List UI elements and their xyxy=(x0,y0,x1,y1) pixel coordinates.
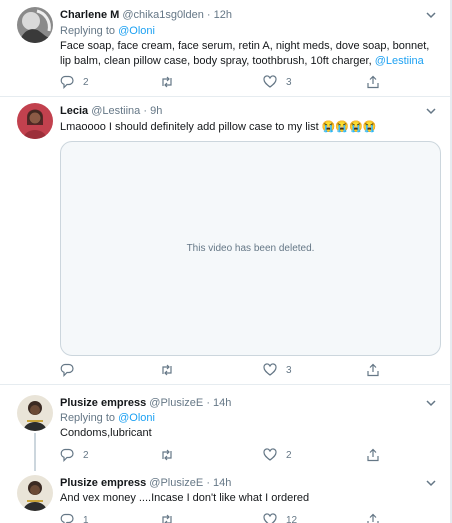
thread-connector xyxy=(34,433,36,471)
deleted-video-card: This video has been deleted. xyxy=(60,141,441,356)
replying-prefix: Replying to xyxy=(60,412,119,424)
retweet-button[interactable] xyxy=(160,74,183,90)
like-icon xyxy=(263,363,277,376)
like-button[interactable]: 3 xyxy=(263,362,292,378)
retweet-button[interactable] xyxy=(160,362,183,378)
retweet-icon xyxy=(162,364,172,376)
avatar[interactable] xyxy=(17,7,53,43)
video-deleted-message: This video has been deleted. xyxy=(186,243,315,254)
author-handle[interactable]: @PlusizeE xyxy=(149,477,203,489)
tweet-actions: 3 xyxy=(60,362,380,378)
author-name[interactable]: Plusize empress xyxy=(60,477,146,489)
timestamp[interactable]: 14h xyxy=(213,477,231,489)
share-button[interactable] xyxy=(366,362,380,378)
tweet-text: Face soap, face cream, face serum, retin… xyxy=(60,39,440,69)
tweet-actions: 2 2 xyxy=(60,447,380,463)
reply-button[interactable]: 2 xyxy=(60,447,89,463)
mention-link[interactable]: @Oloni xyxy=(118,25,155,37)
mention-link[interactable]: @Oloni xyxy=(118,412,155,424)
author-name[interactable]: Lecia xyxy=(60,105,88,117)
chevron-down-icon[interactable] xyxy=(424,476,438,490)
retweet-icon xyxy=(162,449,172,461)
reply-count: 2 xyxy=(83,449,89,461)
like-count: 2 xyxy=(286,449,292,461)
tweet-charlene[interactable]: Charlene M @chika1sg0lden · 12h Replying… xyxy=(0,0,452,100)
reply-count: 1 xyxy=(83,514,89,523)
like-icon xyxy=(263,448,277,461)
like-count: 3 xyxy=(286,76,292,88)
reply-button[interactable]: 1 xyxy=(60,512,89,523)
replying-to: Replying to @Oloni xyxy=(60,24,155,38)
tweet-text-line: lip balm, clean pillow case, body spray,… xyxy=(60,54,440,69)
separator-dot: · xyxy=(206,9,211,21)
timestamp[interactable]: 14h xyxy=(213,397,231,409)
like-count: 12 xyxy=(286,514,298,523)
reply-icon xyxy=(60,75,74,89)
chevron-down-icon[interactable] xyxy=(424,104,438,118)
share-icon xyxy=(367,75,379,89)
replying-to: Replying to @Oloni xyxy=(60,411,155,425)
like-button[interactable]: 2 xyxy=(263,447,292,463)
avatar[interactable] xyxy=(17,103,53,139)
separator-dot: · xyxy=(206,477,210,489)
reply-icon xyxy=(60,448,74,462)
reply-button[interactable]: 2 xyxy=(60,74,89,90)
separator-dot: · xyxy=(206,397,210,409)
reply-count: 2 xyxy=(83,76,89,88)
timestamp[interactable]: 12h xyxy=(214,9,232,21)
author-name[interactable]: Plusize empress xyxy=(60,397,146,409)
like-button[interactable]: 3 xyxy=(263,74,292,90)
reply-icon xyxy=(60,513,74,523)
mention-link[interactable]: @Lestiina xyxy=(375,55,424,67)
like-icon xyxy=(263,513,277,523)
timestamp[interactable]: 9h xyxy=(150,105,162,117)
author-handle[interactable]: @chika1sg0lden xyxy=(122,9,204,21)
share-button[interactable] xyxy=(366,447,380,463)
tweet-text: And vex money ....Incase I don't like wh… xyxy=(60,492,310,504)
author-name[interactable]: Charlene M xyxy=(60,9,119,21)
author-handle[interactable]: @PlusizeE xyxy=(149,397,203,409)
retweet-icon xyxy=(162,76,172,88)
like-button[interactable]: 12 xyxy=(263,512,297,523)
tweet-text-line: Face soap, face cream, face serum, retin… xyxy=(60,40,430,52)
tweet-text-segment: lip balm, clean pillow case, body spray,… xyxy=(60,55,375,67)
tweet-actions: 2 3 xyxy=(60,74,380,90)
tweet-text: Lmaoooo I should definitely add pillow c… xyxy=(60,121,377,133)
avatar[interactable] xyxy=(17,475,53,511)
share-button[interactable] xyxy=(366,512,380,523)
like-icon xyxy=(263,75,277,88)
share-icon xyxy=(367,513,379,523)
share-button[interactable] xyxy=(366,74,380,90)
chevron-down-icon[interactable] xyxy=(424,396,438,410)
share-icon xyxy=(367,363,379,377)
share-icon xyxy=(367,448,379,462)
tweet-text: Condoms,lubricant xyxy=(60,427,152,439)
like-count: 3 xyxy=(286,364,292,376)
replying-prefix: Replying to xyxy=(60,25,119,37)
reply-icon xyxy=(60,363,74,377)
reply-button[interactable] xyxy=(60,362,83,378)
author-handle[interactable]: @Lestiina xyxy=(91,105,140,117)
chevron-down-icon[interactable] xyxy=(424,8,438,22)
avatar[interactable] xyxy=(17,395,53,431)
separator-dot: · xyxy=(143,105,148,117)
retweet-icon xyxy=(162,514,172,523)
retweet-button[interactable] xyxy=(160,447,183,463)
retweet-button[interactable] xyxy=(160,512,183,523)
tweet-actions: 1 12 xyxy=(60,512,380,523)
